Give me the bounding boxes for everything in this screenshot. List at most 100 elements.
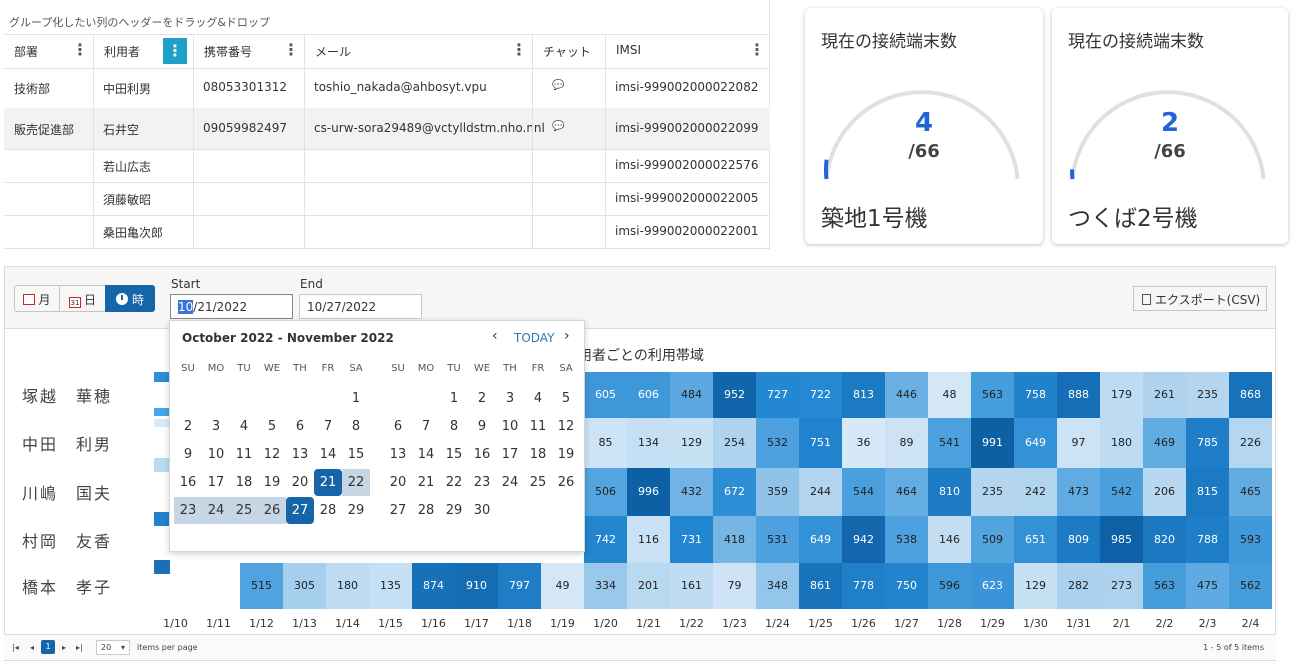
month-view-button[interactable]: 月	[14, 285, 60, 312]
calendar-day[interactable]: 18	[230, 469, 258, 496]
calendar-day[interactable]: 5	[552, 385, 580, 412]
heatmap-cell[interactable]: 593	[1229, 516, 1272, 563]
calendar-day[interactable]: 29	[342, 497, 370, 524]
heatmap-cell[interactable]: 418	[713, 516, 756, 563]
heatmap-cell[interactable]: 79	[713, 563, 756, 609]
calendar-day[interactable]: 14	[412, 441, 440, 468]
heatmap-cell[interactable]: 910	[455, 563, 498, 609]
heatmap-cell[interactable]: 305	[283, 563, 326, 609]
heatmap-cell[interactable]: 562	[1229, 563, 1272, 609]
next-month-icon[interactable]: ›	[564, 328, 570, 344]
heatmap-cell[interactable]: 89	[885, 418, 928, 468]
calendar-day[interactable]: 25	[230, 497, 258, 524]
calendar-day[interactable]: 3	[202, 413, 230, 440]
calendar-day[interactable]: 17	[202, 469, 230, 496]
calendar-day[interactable]: 21	[314, 469, 342, 496]
column-menu-icon[interactable]: ⋮	[511, 40, 527, 60]
heatmap-cell[interactable]: 506	[584, 468, 627, 516]
calendar-day[interactable]: 10	[496, 413, 524, 440]
heatmap-cell[interactable]: 432	[670, 468, 713, 516]
calendar-day[interactable]: 21	[412, 469, 440, 496]
heatmap-cell[interactable]: 282	[1057, 563, 1100, 609]
heatmap-cell[interactable]: 273	[1100, 563, 1143, 609]
table-row[interactable]: 技術部 中田利男 08053301312 toshio_nakada@ahbosyt.…	[4, 68, 770, 108]
heatmap-cell[interactable]: 868	[1229, 372, 1272, 418]
heatmap-cell[interactable]: 751	[799, 418, 842, 468]
chat-icon[interactable]: 💬	[552, 121, 564, 132]
calendar-day[interactable]: 18	[524, 441, 552, 468]
start-date-input[interactable]: 10/21/2022	[170, 294, 293, 319]
heatmap-cell[interactable]: 36	[842, 418, 885, 468]
heatmap-cell[interactable]: 469	[1143, 418, 1186, 468]
calendar-day[interactable]: 2	[468, 385, 496, 412]
calendar-day[interactable]: 12	[552, 413, 580, 440]
heatmap-cell[interactable]: 129	[1014, 563, 1057, 609]
prev-page-icon[interactable]: ◂	[30, 643, 34, 652]
calendar-day[interactable]: 29	[440, 497, 468, 524]
heatmap-cell[interactable]: 985	[1100, 516, 1143, 563]
column-header-mail[interactable]: メール ⋮	[304, 34, 532, 68]
column-menu-icon[interactable]: ⋮	[72, 40, 88, 60]
heatmap-cell[interactable]: 446	[885, 372, 928, 418]
table-row[interactable]: 須藤敏昭 imsi-999002000022005	[4, 182, 770, 215]
heatmap-cell[interactable]: 206	[1143, 468, 1186, 516]
heatmap-cell[interactable]: 820	[1143, 516, 1186, 563]
calendar-day[interactable]: 6	[384, 413, 412, 440]
heatmap-cell[interactable]: 810	[928, 468, 971, 516]
calendar-day[interactable]: 6	[286, 413, 314, 440]
column-menu-icon[interactable]: ⋮	[283, 40, 299, 60]
calendar-day[interactable]: 16	[468, 441, 496, 468]
calendar-day[interactable]: 1	[342, 385, 370, 412]
column-header-user[interactable]: 利用者 ⋮	[93, 34, 193, 68]
heatmap-cell[interactable]: 606	[627, 372, 670, 418]
page-size-select[interactable]: 20 ▾	[96, 640, 130, 655]
calendar-day[interactable]: 25	[524, 469, 552, 496]
table-row[interactable]: 若山広志 imsi-999002000022576	[4, 149, 770, 182]
calendar-day[interactable]: 13	[384, 441, 412, 468]
heatmap-cell[interactable]: 484	[670, 372, 713, 418]
last-page-icon[interactable]: ▸|	[76, 643, 83, 652]
heatmap-cell[interactable]: 116	[627, 516, 670, 563]
calendar-day[interactable]: 14	[314, 441, 342, 468]
heatmap-cell[interactable]: 651	[1014, 516, 1057, 563]
heatmap-cell[interactable]: 785	[1186, 418, 1229, 468]
heatmap-cell[interactable]: 348	[756, 563, 799, 609]
heatmap-cell[interactable]: 473	[1057, 468, 1100, 516]
heatmap-cell[interactable]: 815	[1186, 468, 1229, 516]
heatmap-cell[interactable]: 722	[799, 372, 842, 418]
heatmap-cell[interactable]: 179	[1100, 372, 1143, 418]
calendar-day[interactable]: 19	[258, 469, 286, 496]
heatmap-cell[interactable]: 135	[369, 563, 412, 609]
heatmap-cell[interactable]: 242	[1014, 468, 1057, 516]
heatmap-cell[interactable]: 465	[1229, 468, 1272, 516]
calendar-day[interactable]: 8	[440, 413, 468, 440]
heatmap-cell[interactable]: 235	[971, 468, 1014, 516]
heatmap-cell[interactable]: 515	[240, 563, 283, 609]
calendar-day[interactable]: 17	[496, 441, 524, 468]
today-button[interactable]: TODAY	[514, 331, 554, 345]
first-page-icon[interactable]: |◂	[12, 643, 19, 652]
heatmap-cell[interactable]: 888	[1057, 372, 1100, 418]
heatmap-cell[interactable]: 563	[1143, 563, 1186, 609]
calendar-day[interactable]: 26	[258, 497, 286, 524]
heatmap-cell[interactable]: 809	[1057, 516, 1100, 563]
calendar-day[interactable]: 11	[524, 413, 552, 440]
prev-month-icon[interactable]: ‹	[492, 328, 498, 344]
export-csv-button[interactable]: エクスポート(CSV)	[1133, 286, 1267, 311]
column-header-phone[interactable]: 携帯番号 ⋮	[193, 34, 304, 68]
heatmap-cell[interactable]: 544	[842, 468, 885, 516]
heatmap-cell[interactable]: 731	[670, 516, 713, 563]
heatmap-cell[interactable]: 623	[971, 563, 1014, 609]
calendar-day[interactable]: 20	[384, 469, 412, 496]
column-header-imsi[interactable]: IMSI ⋮	[605, 34, 770, 68]
heatmap-cell[interactable]: 596	[928, 563, 971, 609]
heatmap-cell[interactable]: 649	[1014, 418, 1057, 468]
calendar-day[interactable]: 19	[552, 441, 580, 468]
table-row[interactable]: 桑田亀次郎 imsi-999002000022001	[4, 215, 770, 248]
calendar-day[interactable]: 7	[412, 413, 440, 440]
calendar-day[interactable]: 24	[496, 469, 524, 496]
group-drop-area[interactable]: グループ化したい列のヘッダーをドラッグ&ドロップ	[0, 0, 770, 34]
next-page-icon[interactable]: ▸	[62, 643, 66, 652]
calendar-day[interactable]: 26	[552, 469, 580, 496]
column-header-dept[interactable]: 部署 ⋮	[4, 34, 93, 68]
